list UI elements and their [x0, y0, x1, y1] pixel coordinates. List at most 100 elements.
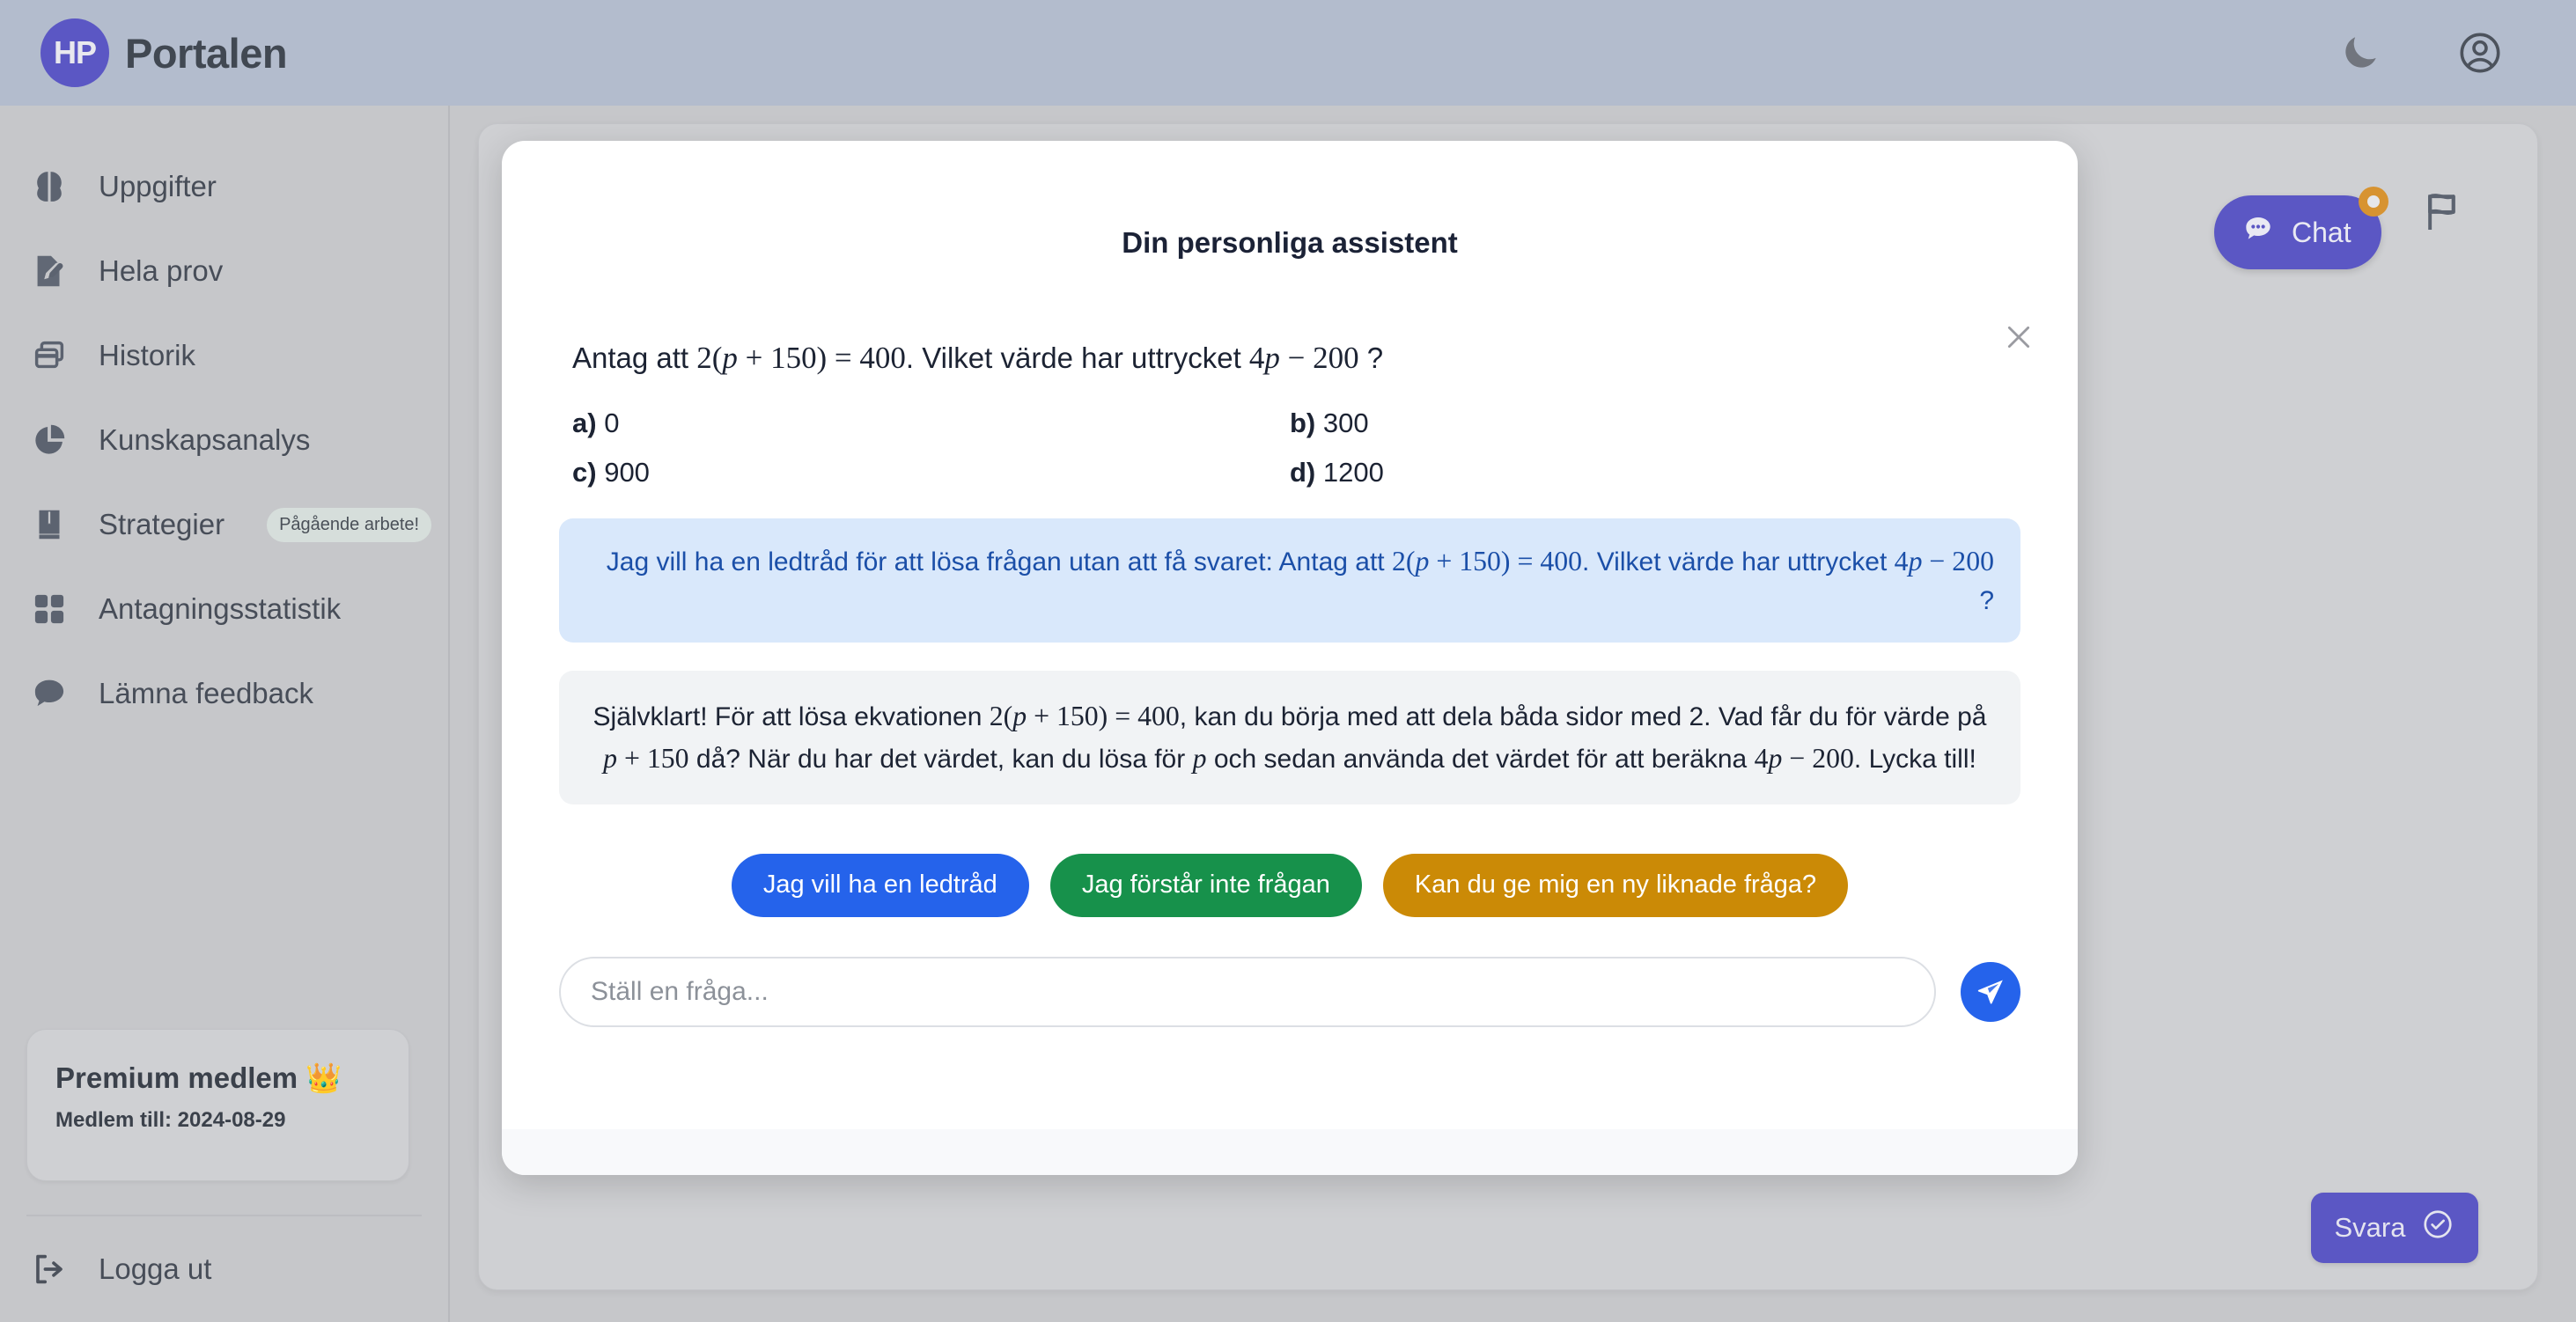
modal-footer: [502, 1129, 2078, 1175]
option-a[interactable]: a) 0: [572, 408, 1290, 439]
answer-options: a) 0 b) 300 c) 900 d) 1200: [502, 378, 2078, 488]
close-icon[interactable]: [1995, 313, 2042, 361]
logout-button[interactable]: Logga ut: [0, 1216, 448, 1322]
option-d[interactable]: d) 1200: [1290, 457, 2007, 488]
notification-dot: [2358, 187, 2388, 217]
answer-button-label: Svara: [2334, 1212, 2406, 1243]
pie-chart-icon: [26, 417, 72, 463]
assistant-modal: Din personliga assistent Antag att 2(p +…: [502, 141, 2078, 1175]
option-c[interactable]: c) 900: [572, 457, 1290, 488]
sidebar-item-strategier[interactable]: Strategier Pågående arbete!: [0, 482, 448, 567]
premium-title: Premium medlem 👑: [55, 1061, 342, 1094]
sidebar-item-label: Lämna feedback: [99, 677, 314, 709]
sidebar-item-kunskapsanalys[interactable]: Kunskapsanalys: [0, 398, 448, 482]
quick-reply-hint-button[interactable]: Jag vill ha en ledtråd: [731, 853, 1029, 917]
assistant-message-bubble: Självklart! För att lösa ekvationen 2(p …: [559, 671, 2020, 804]
bot-msg-m1v: p: [1012, 701, 1027, 732]
sidebar-item-historik[interactable]: Historik: [0, 313, 448, 398]
brand-name: Portalen: [125, 29, 288, 77]
message-composer: [502, 917, 2078, 1027]
user-msg-m1v: p: [1415, 545, 1430, 577]
sidebar: Uppgifter Hela prov Historik Kunskapsana…: [0, 106, 450, 1322]
question-eq-var: p: [722, 341, 738, 375]
sidebar-item-label: Antagningsstatistik: [99, 592, 342, 625]
option-value: 900: [604, 456, 650, 488]
sidebar-item-label: Historik: [99, 339, 196, 371]
question-suffix: ?: [1358, 342, 1384, 374]
bot-msg-m4b: − 200: [1782, 743, 1854, 774]
top-bar: HP Portalen: [0, 0, 2576, 106]
quick-reply-buttons: Jag vill ha en ledtråd Jag förstår inte …: [502, 804, 2078, 917]
question-prefix: Antag att: [572, 342, 697, 374]
option-letter: a): [572, 407, 597, 438]
send-icon[interactable]: [1961, 961, 2020, 1022]
user-msg-m1b: + 150) = 400: [1429, 545, 1583, 577]
grid-icon: [26, 586, 72, 632]
premium-expiry: Medlem till: 2024-08-29: [55, 1108, 286, 1132]
sidebar-item-antagningsstatistik[interactable]: Antagningsstatistik: [0, 567, 448, 651]
question-expr-a: 4: [1248, 341, 1265, 375]
sidebar-item-label: Uppgifter: [99, 170, 217, 202]
user-msg-m2: 4: [1894, 545, 1909, 577]
bot-msg-m1: 2(: [989, 701, 1013, 732]
option-value: 300: [1322, 407, 1369, 438]
window-stack-icon: [26, 333, 72, 378]
chat-fab-button[interactable]: Chat: [2214, 187, 2388, 269]
question-expr-var: p: [1264, 341, 1280, 375]
option-letter: c): [572, 456, 597, 488]
option-value: 0: [604, 407, 620, 438]
chat-bubble-icon: [26, 671, 72, 716]
status-badge: Pågående arbete!: [267, 507, 432, 542]
bot-msg-t4: och sedan använda det värdet för att ber…: [1206, 745, 1755, 774]
premium-membership-card: Premium medlem 👑 Medlem till: 2024-08-29: [26, 1029, 409, 1181]
flag-icon[interactable]: [2417, 187, 2466, 236]
option-letter: d): [1290, 456, 1316, 488]
bot-msg-t3: då? När du har det värdet, kan du lösa f…: [688, 745, 1193, 774]
chat-transcript: Jag vill ha en ledtråd för att lösa fråg…: [502, 488, 2078, 804]
logo-icon: HP: [40, 18, 109, 87]
user-msg-m2b: − 200: [1922, 545, 1994, 577]
chat-fab-label: Chat: [2292, 216, 2352, 248]
sidebar-item-lamna-feedback[interactable]: Lämna feedback: [0, 651, 448, 736]
message-input[interactable]: [559, 956, 1936, 1027]
option-b[interactable]: b) 300: [1290, 408, 2007, 439]
answer-button[interactable]: Svara: [2311, 1193, 2478, 1263]
user-msg-t2: . Vilket värde har uttrycket: [1582, 547, 1895, 577]
app-root: HP Portalen Uppgifter Hela prov Historik…: [0, 0, 2576, 1322]
quick-reply-dont-understand-button[interactable]: Jag förstår inte frågan: [1049, 853, 1362, 917]
question-eq-a: 2(: [696, 341, 723, 375]
option-value: 1200: [1322, 456, 1384, 488]
user-message-bubble: Jag vill ha en ledtråd för att lösa fråg…: [559, 518, 2020, 643]
sidebar-item-label: Kunskapsanalys: [99, 423, 311, 456]
logout-label: Logga ut: [99, 1252, 212, 1285]
user-circle-icon[interactable]: [2456, 29, 2504, 77]
bot-msg-m4: 4: [1754, 743, 1769, 774]
brain-icon: [26, 164, 72, 209]
question-text: Antag att 2(p + 150) = 400. Vilket värde…: [502, 260, 2078, 378]
modal-title: Din personliga assistent: [1122, 226, 1458, 259]
sidebar-item-label: Strategier: [99, 508, 225, 540]
document-pencil-icon: [26, 248, 72, 294]
check-circle-icon: [2421, 1208, 2455, 1248]
moon-icon[interactable]: [2337, 29, 2384, 77]
sidebar-item-uppgifter[interactable]: Uppgifter: [0, 144, 448, 229]
brand[interactable]: HP Portalen: [40, 18, 288, 87]
sidebar-item-label: Hela prov: [99, 254, 224, 287]
quick-reply-new-question-button[interactable]: Kan du ge mig en ny liknade fråga?: [1382, 853, 1849, 917]
question-expr-b: − 200: [1279, 341, 1359, 375]
question-eq-b: + 150) = 400: [737, 341, 906, 375]
sidebar-item-hela-prov[interactable]: Hela prov: [0, 229, 448, 313]
option-letter: b): [1290, 407, 1316, 438]
chat-dots-icon: [2241, 211, 2276, 253]
bot-msg-m2b: + 150: [617, 743, 689, 774]
book-icon: [26, 502, 72, 547]
user-msg-m1: 2(: [1391, 545, 1416, 577]
user-msg-t1: Jag vill ha en ledtråd för att lösa fråg…: [606, 547, 1392, 577]
bot-msg-t5: . Lycka till!: [1853, 745, 1976, 774]
user-msg-t3: ?: [1979, 585, 1994, 615]
bot-msg-m3v: p: [1192, 743, 1207, 774]
bot-msg-m1b: + 150) = 400: [1027, 701, 1180, 732]
top-bar-actions: [2337, 29, 2536, 77]
bot-msg-t1: Självklart! För att lösa ekvationen: [592, 702, 990, 732]
